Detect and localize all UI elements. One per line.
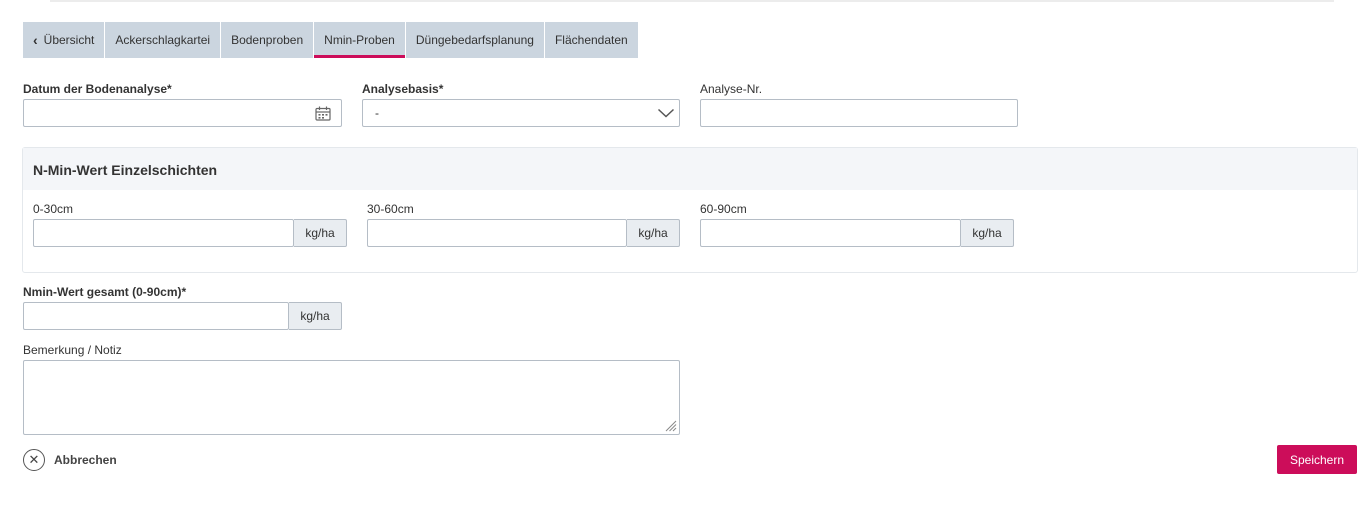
cancel-label: Abbrechen	[54, 453, 117, 467]
unit-addon: kg/ha	[294, 219, 347, 247]
analysis-basis-label: Analysebasis*	[362, 82, 444, 96]
analysis-basis-value: -	[375, 106, 379, 120]
layer-0-30-label: 0-30cm	[33, 202, 74, 216]
unit-addon: kg/ha	[961, 219, 1014, 247]
calendar-icon[interactable]	[315, 106, 331, 121]
analysis-basis-select[interactable]: -	[362, 99, 680, 127]
tab-bodenproben[interactable]: Bodenproben	[221, 22, 314, 58]
layer-30-60-label: 30-60cm	[367, 202, 414, 216]
layers-panel: N-Min-Wert Einzelschichten 0-30cm kg/ha …	[22, 147, 1358, 273]
layer-60-90-field[interactable]	[700, 219, 961, 247]
layer-30-60-input[interactable]	[368, 220, 626, 246]
close-circle-icon: ✕	[23, 449, 45, 471]
unit-addon: kg/ha	[289, 302, 342, 330]
save-button[interactable]: Speichern	[1277, 445, 1357, 474]
layer-30-60-field[interactable]	[367, 219, 627, 247]
layer-0-30-input[interactable]	[34, 220, 293, 246]
chevron-down-icon	[657, 108, 675, 118]
cancel-button[interactable]: ✕ Abbrechen	[23, 449, 117, 471]
date-input[interactable]	[24, 100, 341, 126]
note-label: Bemerkung / Notiz	[23, 343, 122, 357]
tab-bar: ‹ Übersicht Ackerschlagkartei Bodenprobe…	[23, 22, 639, 58]
tab-duengebedarfsplanung[interactable]: Düngebedarfsplanung	[405, 22, 544, 58]
analysis-nr-label: Analyse-Nr.	[700, 82, 763, 96]
tab-label: Ackerschlagkartei	[115, 33, 211, 47]
tab-label: Flächendaten	[554, 33, 628, 47]
tab-label: Düngebedarfsplanung	[415, 33, 534, 47]
total-label: Nmin-Wert gesamt (0-90cm)*	[23, 285, 187, 299]
analysis-nr-input[interactable]	[701, 100, 1017, 126]
layer-60-90-input[interactable]	[701, 220, 960, 246]
tab-ackerschlagkartei[interactable]: Ackerschlagkartei	[105, 22, 221, 58]
tab-uebersicht[interactable]: ‹ Übersicht	[23, 22, 105, 58]
panel-header: N-Min-Wert Einzelschichten	[23, 148, 1357, 190]
tab-label: Bodenproben	[231, 33, 304, 47]
layer-0-30-field[interactable]	[33, 219, 294, 247]
note-textarea[interactable]	[24, 361, 679, 434]
layer-60-90-label: 60-90cm	[700, 202, 747, 216]
tab-label: Nmin-Proben	[324, 33, 395, 47]
tab-flaechendaten[interactable]: Flächendaten	[544, 22, 638, 58]
tab-label: Übersicht	[43, 33, 95, 47]
date-field[interactable]	[23, 99, 342, 127]
note-field[interactable]	[23, 360, 680, 435]
total-field[interactable]	[23, 302, 289, 330]
resize-grip-icon[interactable]	[665, 420, 677, 432]
analysis-nr-field[interactable]	[700, 99, 1018, 127]
date-label: Datum der Bodenanalyse*	[23, 82, 172, 96]
total-input[interactable]	[24, 303, 288, 329]
panel-title: N-Min-Wert Einzelschichten	[33, 162, 218, 178]
tab-nmin-proben[interactable]: Nmin-Proben	[314, 22, 405, 58]
top-divider	[50, 0, 1334, 2]
chevron-left-icon: ‹	[33, 32, 38, 48]
unit-addon: kg/ha	[627, 219, 680, 247]
